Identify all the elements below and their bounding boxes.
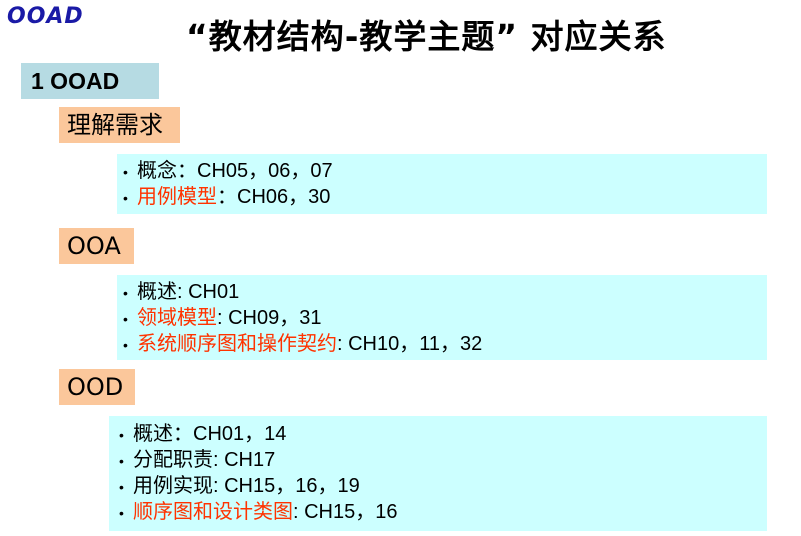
item-highlight: 领域模型: [137, 307, 217, 329]
item-chapters: ：CH05，06，07: [177, 160, 333, 182]
item-chapters: : CH10，11，32: [337, 333, 483, 355]
bullet-icon: •: [123, 190, 128, 206]
list-item: • 用例模型：CH06，30: [123, 184, 767, 210]
bullet-icon: •: [119, 427, 124, 443]
topic-box-requirements: • 概念：CH05，06，07 • 用例模型：CH06，30: [117, 154, 767, 214]
list-item: • 顺序图和设计类图: CH15，16: [119, 499, 767, 525]
category-heading-ood: OOD: [59, 369, 135, 405]
item-label: 分配职责: [133, 449, 213, 471]
bullet-icon: •: [123, 337, 128, 353]
list-item: • 分配职责: CH17: [119, 447, 767, 473]
category-heading-understand-requirements: 理解需求: [59, 107, 180, 143]
bullet-icon: •: [123, 285, 128, 301]
logo: OOAD: [7, 4, 84, 29]
section-heading: 1 OOAD: [21, 63, 159, 99]
list-item: • 用例实现: CH15，16，19: [119, 473, 767, 499]
category-heading-ooa: OOA: [59, 228, 134, 264]
list-item: • 系统顺序图和操作契约: CH10，11，32: [123, 331, 767, 357]
item-chapters: : CH01: [177, 281, 240, 303]
bullet-icon: •: [123, 164, 128, 180]
item-label: 概念: [137, 160, 177, 182]
bullet-icon: •: [119, 505, 124, 521]
item-chapters: : CH09，31: [217, 307, 322, 329]
item-chapters: ：CH06，30: [217, 186, 331, 208]
list-item: • 概述: CH01: [123, 279, 767, 305]
item-highlight: 用例模型: [137, 186, 217, 208]
list-item: • 概念：CH05，06，07: [123, 158, 767, 184]
topic-box-ooa: • 概述: CH01 • 领域模型: CH09，31 • 系统顺序图和操作契约: CH…: [117, 275, 767, 360]
item-highlight: 系统顺序图和操作契约: [137, 333, 337, 355]
topic-box-ood: • 概述：CH01，14 • 分配职责: CH17 • 用例实现: CH15，16，1…: [109, 416, 767, 531]
item-label: 用例实现: [133, 475, 213, 497]
item-chapters: : CH15，16，19: [213, 475, 360, 497]
list-item: • 概述：CH01，14: [119, 421, 767, 447]
item-label: 概述: [137, 281, 177, 303]
bullet-icon: •: [119, 479, 124, 495]
item-label: 概述: [133, 423, 173, 445]
item-chapters: ：CH01，14: [173, 423, 287, 445]
item-chapters: : CH17: [213, 449, 276, 471]
page-title: “教材结构-教学主题” 对应关系: [186, 17, 667, 56]
bullet-icon: •: [119, 453, 124, 469]
list-item: • 领域模型: CH09，31: [123, 305, 767, 331]
item-chapters: : CH15，16: [293, 501, 398, 523]
item-highlight: 顺序图和设计类图: [133, 501, 293, 523]
bullet-icon: •: [123, 311, 128, 327]
